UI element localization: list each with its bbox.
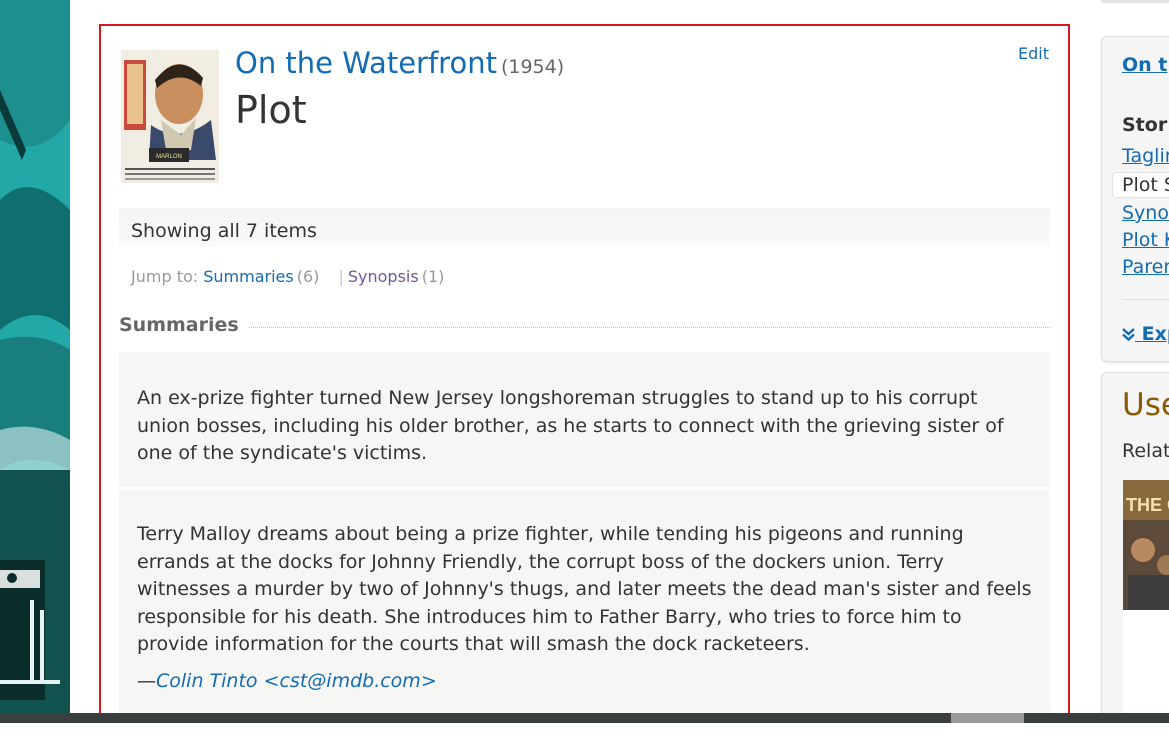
sidebar-section-heading: Stor	[1122, 114, 1168, 136]
summaries-count: (6)	[296, 267, 320, 286]
section-divider	[119, 327, 1050, 328]
sidebar-movie-title-link[interactable]: On t	[1122, 54, 1167, 76]
jump-to-nav: Jump to: Summaries (6) | Synopsis (1)	[131, 267, 444, 286]
summary-author: —Colin Tinto <cst@imdb.com>	[137, 670, 1032, 692]
related-list-thumbnail[interactable]: THE O	[1123, 480, 1169, 610]
movie-poster-thumbnail[interactable]: MARLON	[121, 50, 219, 183]
summaries-section-header: Summaries	[119, 314, 1050, 340]
horizontal-scrollbar[interactable]	[0, 713, 1169, 723]
author-dash: —	[137, 669, 156, 692]
background-art-illustration	[0, 0, 70, 749]
edit-link[interactable]: Edit	[1018, 44, 1049, 63]
sidebar-item-parents-guide[interactable]: Parer	[1122, 256, 1169, 278]
sidebar-item-taglines[interactable]: Taglir	[1122, 145, 1169, 167]
jump-to-label: Jump to:	[131, 267, 199, 286]
author-link[interactable]: Colin Tinto <cst@imdb.com>	[156, 670, 437, 692]
section-heading: Summaries	[119, 314, 249, 336]
page-title: Plot	[235, 88, 307, 132]
sidebar-divider	[1122, 299, 1169, 300]
title-line: On the Waterfront (1954)	[235, 46, 564, 80]
background-art	[0, 0, 70, 749]
summary-text: Terry Malloy dreams about being a prize …	[137, 523, 1032, 655]
thumbnail-title-text: THE O	[1126, 495, 1169, 515]
plot-summary-panel: MARLON On the Waterfront (1954) Plot Edit…	[99, 24, 1070, 724]
horizontal-scrollbar-thumb[interactable]	[951, 713, 1024, 723]
summary-item: An ex-prize fighter turned New Jersey lo…	[119, 352, 1050, 487]
item-count-text: Showing all 7 items	[131, 220, 317, 242]
sidebar-item-plot-summary[interactable]: Plot S	[1112, 172, 1169, 198]
synopsis-count: (1)	[421, 267, 445, 286]
bottom-margin	[0, 723, 1169, 749]
movie-title-link[interactable]: On the Waterfront	[235, 46, 497, 80]
item-count-bar: Showing all 7 items	[119, 208, 1050, 248]
svg-text:MARLON: MARLON	[156, 154, 182, 160]
jump-summaries-link[interactable]: Summaries	[203, 267, 293, 286]
double-chevron-down-icon	[1122, 328, 1135, 342]
jump-separator: |	[338, 267, 344, 286]
movie-year: (1954)	[500, 56, 565, 78]
sidebar2-subheading: Relat	[1122, 440, 1169, 462]
summary-item: Terry Malloy dreams about being a prize …	[119, 490, 1050, 722]
user-lists-sidebar: Use Relat THE O	[1101, 372, 1169, 732]
browser-viewport: MARLON On the Waterfront (1954) Plot Edit…	[0, 0, 1169, 749]
sidebar-item-plot-keywords[interactable]: Plot K	[1122, 229, 1169, 251]
sidebar-expand-label: Exp	[1141, 323, 1169, 345]
sidebar2-heading: Use	[1122, 387, 1169, 423]
jump-synopsis-link[interactable]: Synopsis	[348, 267, 419, 286]
summary-text: An ex-prize fighter turned New Jersey lo…	[137, 387, 1004, 464]
storyline-sidebar: On t Stor Taglir Plot S Syno Plot K Pare…	[1101, 36, 1169, 362]
sidebar-expand-link[interactable]: Exp	[1122, 323, 1169, 345]
sidebar-item-synopsis[interactable]: Syno	[1122, 202, 1169, 224]
